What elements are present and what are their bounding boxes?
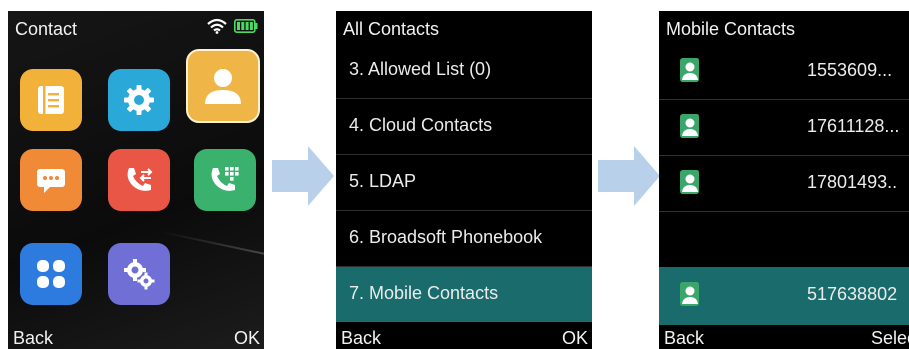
softkey-bar: Back OK <box>336 327 592 349</box>
directory-list-icon <box>38 86 64 114</box>
back-softkey[interactable]: Back <box>664 328 704 349</box>
ok-softkey[interactable]: OK <box>234 328 260 349</box>
list-item-label: 6. Broadsoft Phonebook <box>349 227 543 247</box>
screen-title: Contact <box>15 19 78 39</box>
right-arrow-icon <box>272 146 334 206</box>
back-softkey[interactable]: Back <box>341 328 381 349</box>
advanced-settings-icon <box>124 259 155 290</box>
background-light-streak <box>159 230 264 258</box>
list-item-cloud-contacts[interactable]: 4. Cloud Contacts <box>336 99 592 155</box>
directory-tile[interactable] <box>20 69 82 131</box>
list-item-allowed-list[interactable]: 3. Allowed List (0) <box>336 43 592 99</box>
dialpad-icon <box>211 167 239 191</box>
contact-number: 17801493.. <box>807 172 898 192</box>
list-item-label: 7. Mobile Contacts <box>349 283 499 303</box>
dialpad-tile[interactable] <box>194 149 256 211</box>
contact-menu-screen: Contact Back OK <box>8 11 264 349</box>
apps-tile[interactable] <box>20 243 82 305</box>
settings-tile[interactable] <box>108 69 170 131</box>
message-icon <box>37 169 65 193</box>
list-item-label: 3. Allowed List (0) <box>349 59 492 79</box>
settings-gear-icon <box>124 85 154 115</box>
list-item-mobile-contacts[interactable]: 7. Mobile Contacts <box>336 267 592 322</box>
call-history-tile[interactable] <box>108 149 170 211</box>
list-item-broadsoft-phonebook[interactable]: 6. Broadsoft Phonebook <box>336 211 592 267</box>
screen-title: Mobile Contacts <box>666 19 796 39</box>
list-item-label: 4. Cloud Contacts <box>349 115 493 135</box>
softkey-bar: Back Select <box>659 327 909 349</box>
battery-icon <box>234 19 258 33</box>
contact-row[interactable]: 17611128... <box>659 99 909 156</box>
select-softkey[interactable]: Select <box>871 328 909 349</box>
mobile-contacts-screen: Mobile Contacts 1553609... 17611128... 1… <box>659 11 909 349</box>
softkey-bar: Back OK <box>8 327 264 349</box>
list-item-ldap[interactable]: 5. LDAP <box>336 155 592 211</box>
contact-avatar-icon <box>680 114 699 138</box>
call-history-icon <box>127 168 153 191</box>
ok-softkey[interactable]: OK <box>562 328 588 349</box>
wifi-icon <box>207 18 227 34</box>
contact-avatar-icon <box>680 282 699 306</box>
list-item-label: 5. LDAP <box>349 171 417 191</box>
contact-person-icon <box>205 69 241 104</box>
advanced-settings-tile[interactable] <box>108 243 170 305</box>
contact-number: 17611128... <box>807 116 900 136</box>
status-bar <box>207 18 258 34</box>
contact-row-selected[interactable]: 517638802 <box>659 267 909 325</box>
back-softkey[interactable]: Back <box>13 328 53 349</box>
contact-row[interactable]: 17801493.. <box>659 155 909 212</box>
contact-row[interactable]: 1553609... <box>659 43 909 100</box>
contact-avatar-icon <box>680 170 699 194</box>
apps-grid-icon <box>37 260 65 288</box>
message-tile[interactable] <box>20 149 82 211</box>
contact-tile[interactable] <box>186 49 260 123</box>
all-contacts-screen: All Contacts 3. Allowed List (0) 4. Clou… <box>336 11 592 349</box>
contact-avatar-icon <box>680 58 699 82</box>
right-arrow-icon <box>598 146 660 206</box>
contact-number: 517638802 <box>807 284 898 304</box>
screen-title: All Contacts <box>343 19 440 39</box>
contact-number: 1553609... <box>807 60 893 80</box>
